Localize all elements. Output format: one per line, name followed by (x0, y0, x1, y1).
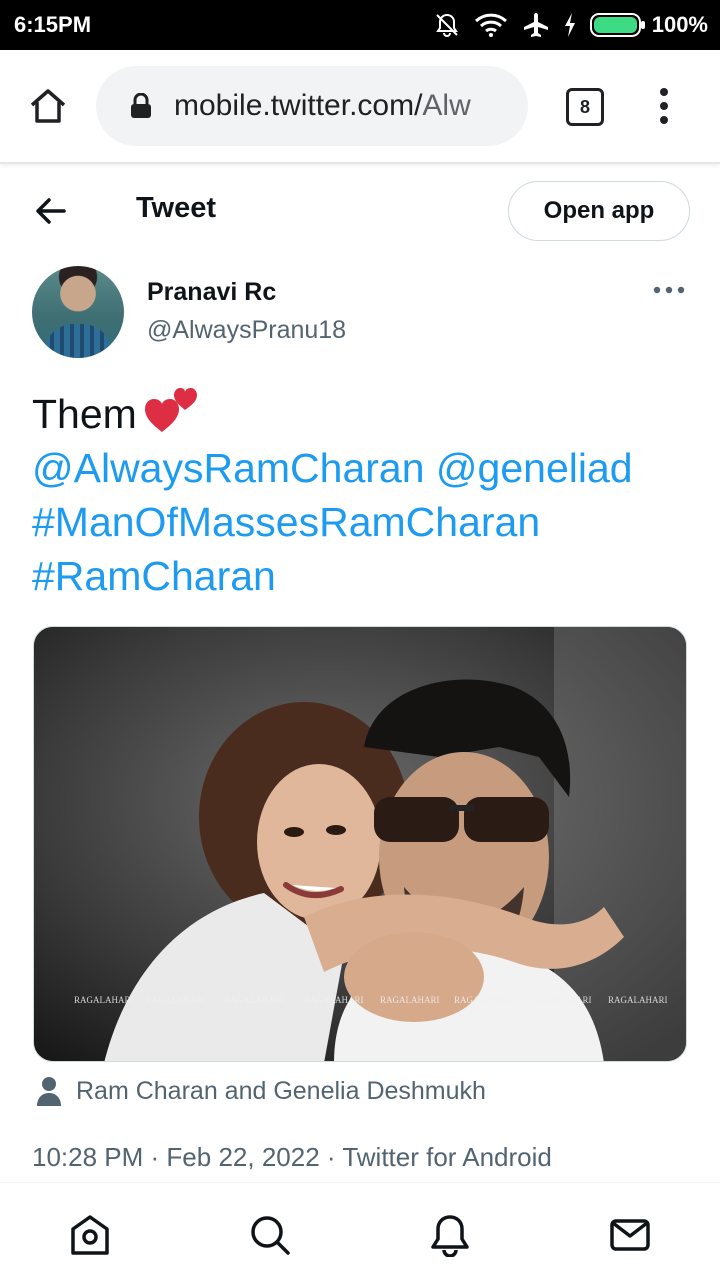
tweet-photo[interactable]: RAGALAHARI RAGALAHARI RAGALAHARI RAGALAH… (33, 626, 687, 1062)
status-icons: 100% (434, 11, 708, 39)
url-text: mobile.twitter.com/Alw (174, 89, 471, 123)
home-icon[interactable] (68, 1213, 112, 1257)
watermark-5: RAGALAHARI (380, 995, 440, 1005)
status-bar: 6:15PM 100% (0, 0, 720, 50)
hashtag-link-2[interactable]: #RamCharan (32, 553, 276, 599)
tagged-names: Ram Charan and Genelia Deshmukh (76, 1076, 486, 1105)
bottom-nav (0, 1182, 720, 1281)
display-name[interactable]: Pranavi Rc (147, 278, 276, 307)
meta-separator-1: · (150, 1142, 167, 1172)
address-bar[interactable]: mobile.twitter.com/Alw (96, 66, 528, 146)
url-path: Alw (422, 89, 471, 122)
two-hearts-icon (144, 388, 197, 432)
tweet-text: Them @AlwaysRamCharan @geneliad #ManOfMa… (32, 384, 692, 603)
home-icon[interactable] (28, 86, 68, 126)
avatar[interactable] (32, 266, 124, 358)
watermark-8: RAGALAHARI (608, 995, 668, 1005)
battery-icon (589, 13, 645, 37)
tweet-meta: 10:28 PM · Feb 22, 2022 · Twitter for An… (32, 1142, 552, 1173)
tweet-author: Pranavi Rc @AlwaysPranu18 (0, 262, 720, 362)
messages-icon[interactable] (608, 1213, 652, 1257)
tab-switcher-button[interactable]: 8 (566, 88, 604, 126)
meta-separator-2: · (326, 1142, 343, 1172)
tweet-time[interactable]: 10:28 PM (32, 1142, 143, 1172)
charging-icon (564, 13, 575, 37)
more-vert-icon[interactable] (652, 86, 676, 126)
tweet-header: Tweet Open app (0, 170, 720, 252)
watermark-1: RAGALAHARI (74, 995, 134, 1005)
url-host: mobile.twitter.com/ (174, 89, 423, 122)
notifications-icon[interactable] (428, 1213, 472, 1257)
watermark-3: RAGALAHARI (224, 995, 284, 1005)
tweet-source[interactable]: Twitter for Android (342, 1142, 552, 1172)
wifi-icon (474, 13, 507, 37)
silent-icon (435, 13, 458, 37)
mentions-link[interactable]: @AlwaysRamCharan @geneliad (32, 445, 633, 491)
user-handle[interactable]: @AlwaysPranu18 (147, 316, 346, 345)
tweet-body: Them (32, 391, 137, 437)
more-horiz-icon[interactable] (652, 284, 686, 296)
watermark-2: RAGALAHARI (146, 995, 206, 1005)
watermark-7: RAGALAHARI (532, 995, 592, 1005)
search-icon[interactable] (248, 1213, 292, 1257)
lock-icon (131, 93, 151, 118)
hashtag-link-1[interactable]: #ManOfMassesRamCharan (32, 499, 540, 545)
status-time: 6:15PM (14, 12, 92, 37)
browser-toolbar: mobile.twitter.com/Alw 8 (0, 50, 720, 164)
tweet-date[interactable]: Feb 22, 2022 (166, 1142, 319, 1172)
person-icon (37, 1077, 61, 1106)
airplane-icon (523, 13, 548, 37)
tagged-people[interactable]: Ram Charan and Genelia Deshmukh (36, 1074, 486, 1108)
tab-count: 8 (579, 96, 590, 117)
watermark-6: RAGALAHARI (454, 995, 514, 1005)
watermark-4: RAGALAHARI (304, 995, 364, 1005)
battery-percent: 100% (651, 12, 708, 37)
page-title: Tweet (136, 192, 217, 224)
back-arrow-icon[interactable] (34, 194, 68, 228)
open-app-button[interactable]: Open app (508, 181, 690, 241)
